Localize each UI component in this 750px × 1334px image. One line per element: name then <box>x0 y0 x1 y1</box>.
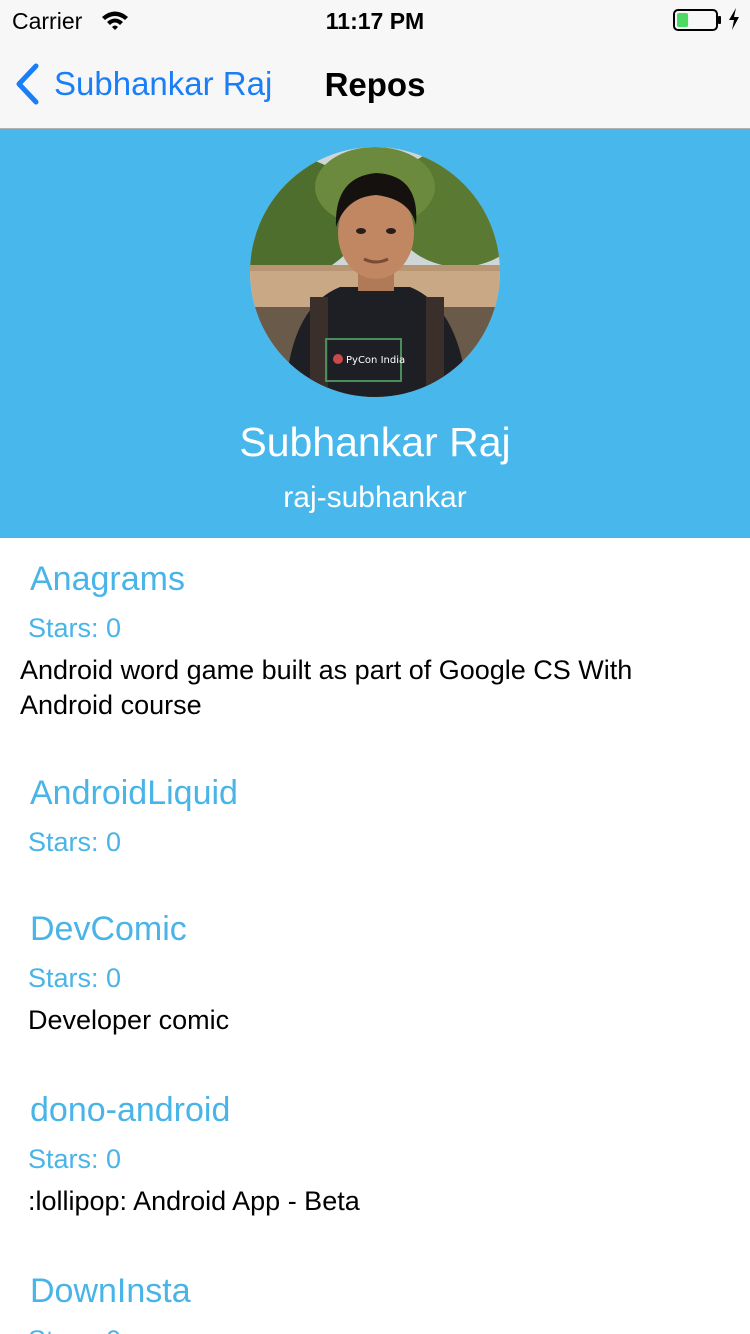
repo-item[interactable]: Anagrams Stars: 0 Android word game buil… <box>0 538 750 752</box>
battery-icon <box>673 9 721 31</box>
avatar: PyCon India <box>250 147 500 397</box>
profile-name: Subhankar Raj <box>239 419 511 465</box>
repo-item[interactable]: DevComic Stars: 0 Developer comic <box>0 888 750 1069</box>
repo-name: Anagrams <box>30 560 185 598</box>
repo-description: :lollipop: Android App - Beta <box>28 1186 360 1216</box>
repo-item[interactable]: dono-android Stars: 0 :lollipop: Android… <box>0 1069 750 1250</box>
svg-text:PyCon India: PyCon India <box>346 355 405 366</box>
repo-stars: Stars: 0 <box>28 1144 122 1174</box>
repo-name: dono-android <box>30 1091 231 1129</box>
repo-description: Developer comic <box>28 1005 230 1035</box>
repo-stars: Stars: 0 <box>28 1325 121 1334</box>
charging-icon <box>729 8 739 30</box>
profile-header: PyCon India Subhankar Raj raj-subhankar <box>0 129 750 538</box>
repo-stars: Stars: 0 <box>28 963 122 993</box>
repo-stars: Stars: 0 <box>28 613 122 643</box>
repo-stars: Stars: 0 <box>28 827 122 857</box>
repo-name: AndroidLiquid <box>30 774 238 812</box>
repo-name: DownInsta <box>30 1272 191 1310</box>
navigation-bar: Subhankar Raj Repos <box>0 40 750 129</box>
profile-username: raj-subhankar <box>283 481 467 514</box>
page-title: Repos <box>324 66 426 103</box>
repo-description: Android word game built as part of Googl… <box>20 655 633 720</box>
status-bar: Carrier 11:17 PM <box>0 0 750 40</box>
status-time: 11:17 PM <box>325 8 425 34</box>
repo-item[interactable]: AndroidLiquid Stars: 0 <box>0 752 750 888</box>
repo-item[interactable]: DownInsta Stars: 0 <box>0 1250 750 1334</box>
repo-name: DevComic <box>30 910 187 948</box>
avatar-photo: PyCon India <box>250 147 500 397</box>
